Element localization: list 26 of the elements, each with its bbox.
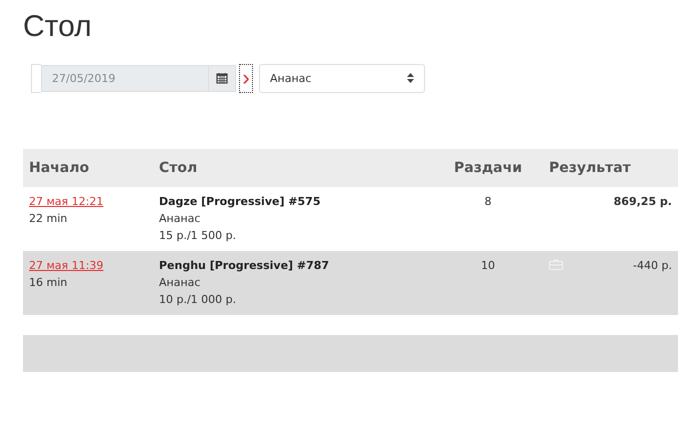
column-header: Раздачи: [452, 160, 524, 176]
next-button[interactable]: ›: [239, 64, 253, 92]
column-header: Начало: [28, 160, 90, 176]
result-amount: -440 р.: [633, 259, 672, 272]
table-select[interactable]: Ананас: [259, 64, 425, 92]
duration: 22 min: [29, 212, 68, 225]
column-header: Стол: [158, 160, 198, 176]
hands-count: 10: [481, 259, 495, 272]
hands-count: 8: [484, 195, 492, 208]
table-name: Penghu [Progressive] #787: [159, 259, 330, 272]
start-link[interactable]: 27 мая 12:21: [29, 195, 104, 208]
field-edge: [31, 64, 41, 92]
calendar-icon: [216, 72, 228, 84]
duration: 16 min: [29, 276, 68, 289]
column-header: Результат: [548, 160, 632, 176]
start-link[interactable]: 27 мая 11:39: [29, 259, 104, 272]
date-field[interactable]: 27/05/2019: [41, 64, 209, 92]
room-name: Ананас: [159, 212, 202, 225]
calendar-button[interactable]: [209, 64, 236, 92]
result-amount: 869,25 р.: [614, 195, 672, 208]
sort-icon: [407, 73, 414, 83]
stakes: 10 р./1 000 р.: [159, 293, 238, 306]
table-name: Dagze [Progressive] #575: [159, 195, 322, 208]
page-title: Стол: [23, 9, 93, 45]
stakes: 15 р./1 500 р.: [159, 229, 238, 242]
room-name: Ананас: [159, 276, 202, 289]
